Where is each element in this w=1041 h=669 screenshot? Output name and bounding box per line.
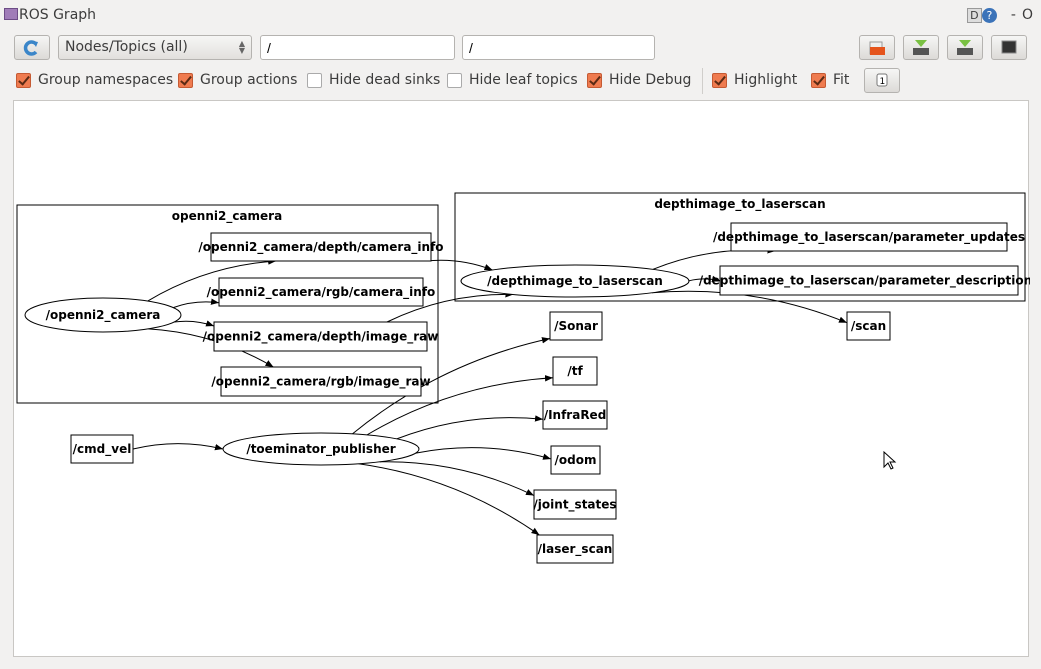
svg-text:1: 1 (880, 77, 886, 87)
edge-n_cam-t_dir (173, 320, 215, 327)
topic-label[interactable]: /openni2_camera/rgb/camera_info (207, 285, 436, 300)
mouse-cursor-icon (883, 451, 897, 470)
spin-arrows-icon: ▲ ▼ (238, 39, 245, 55)
save-download-icon (957, 40, 973, 55)
fit-in-view-button[interactable]: 1 (864, 68, 900, 93)
node-filter-input[interactable] (260, 35, 455, 60)
close-button[interactable]: O (1022, 7, 1033, 23)
topic-label[interactable]: /openni2_camera/rgb/image_raw (211, 375, 430, 390)
highlight-checkbox[interactable]: Highlight (712, 72, 797, 88)
checkbox-icon (712, 72, 727, 88)
checkbox-icon (811, 72, 826, 88)
graph-canvas[interactable]: openni2_camera depthimage_to_laserscan/op… (13, 100, 1040, 658)
hide-leaf-topics-checkbox[interactable]: Hide leaf topics (447, 72, 578, 88)
topic-label[interactable]: /joint_states (533, 498, 616, 513)
window-title: ROS Graph (4, 7, 96, 23)
save-dot-button[interactable] (903, 35, 939, 60)
topic-label[interactable]: /openni2_camera/depth/image_raw (203, 330, 439, 345)
topic-label[interactable]: /openni2_camera/depth/camera_info (198, 240, 443, 255)
edge-n_toe-t_ir (396, 415, 544, 440)
image-icon (1001, 40, 1017, 54)
hide-dead-sinks-checkbox[interactable]: Hide dead sinks (307, 72, 440, 88)
edge-n_d2l-t_scan (651, 290, 848, 324)
group-actions-checkbox[interactable]: Group actions (178, 72, 297, 88)
save-download-icon (913, 40, 929, 55)
load-dot-button[interactable] (859, 35, 895, 60)
refresh-button[interactable] (14, 35, 50, 60)
graph-svg[interactable]: openni2_camera depthimage_to_laserscan/op… (14, 101, 1040, 658)
fit-in-view-icon: 1 (876, 73, 888, 87)
cluster-label: openni2_camera (172, 209, 282, 224)
checkbox-icon (178, 72, 193, 88)
debug-button[interactable]: D (966, 7, 982, 23)
node-label[interactable]: /depthimage_to_laserscan (487, 274, 663, 289)
fit-checkbox[interactable]: Fit (811, 72, 849, 88)
edge-t_cmd-n_toe (132, 443, 224, 451)
checkbox-icon (587, 72, 602, 88)
topic-label[interactable]: /scan (851, 319, 886, 333)
open-folder-icon (869, 41, 885, 55)
topic-label[interactable]: /Sonar (554, 319, 598, 333)
checkbox-icon (16, 72, 31, 88)
topic-label[interactable]: /depthimage_to_laserscan/parameter_updat… (713, 230, 1025, 245)
checkbox-icon (307, 72, 322, 88)
refresh-icon (23, 40, 38, 56)
help-button[interactable]: ? (981, 7, 997, 23)
topic-label[interactable]: /odom (555, 453, 597, 467)
save-image-button[interactable] (991, 35, 1027, 60)
edge-t_dci-n_d2l (425, 259, 493, 271)
topic-label[interactable]: /tf (567, 364, 583, 378)
edge-n_toe-t_ls (358, 463, 540, 536)
topic-label[interactable]: /cmd_vel (73, 442, 132, 457)
topic-filter-input[interactable] (462, 35, 655, 60)
edge-n_toe-t_odom (415, 447, 552, 460)
rqt-graph-icon (4, 8, 18, 20)
graph-mode-select[interactable]: Nodes/Topics (all) ▲ ▼ (58, 35, 252, 60)
hide-debug-checkbox[interactable]: Hide Debug (587, 72, 691, 88)
topic-label[interactable]: /depthimage_to_laserscan/parameter_descr… (699, 274, 1040, 289)
save-svg-button[interactable] (947, 35, 983, 60)
minimize-button[interactable]: - (1011, 7, 1016, 23)
edge-n_cam-t_rci (173, 298, 220, 309)
node-label[interactable]: /openni2_camera (46, 308, 161, 323)
node-label[interactable]: /toeminator_publisher (246, 442, 395, 457)
checkbox-icon (447, 72, 462, 88)
topic-label[interactable]: /laser_scan (538, 542, 613, 557)
topic-label[interactable]: /InfraRed (544, 408, 607, 422)
window-controls: D ? - O (966, 7, 1033, 23)
toolbar-separator (702, 68, 703, 94)
cluster-label: depthimage_to_laserscan (654, 197, 825, 212)
group-namespaces-checkbox[interactable]: Group namespaces (16, 72, 173, 88)
